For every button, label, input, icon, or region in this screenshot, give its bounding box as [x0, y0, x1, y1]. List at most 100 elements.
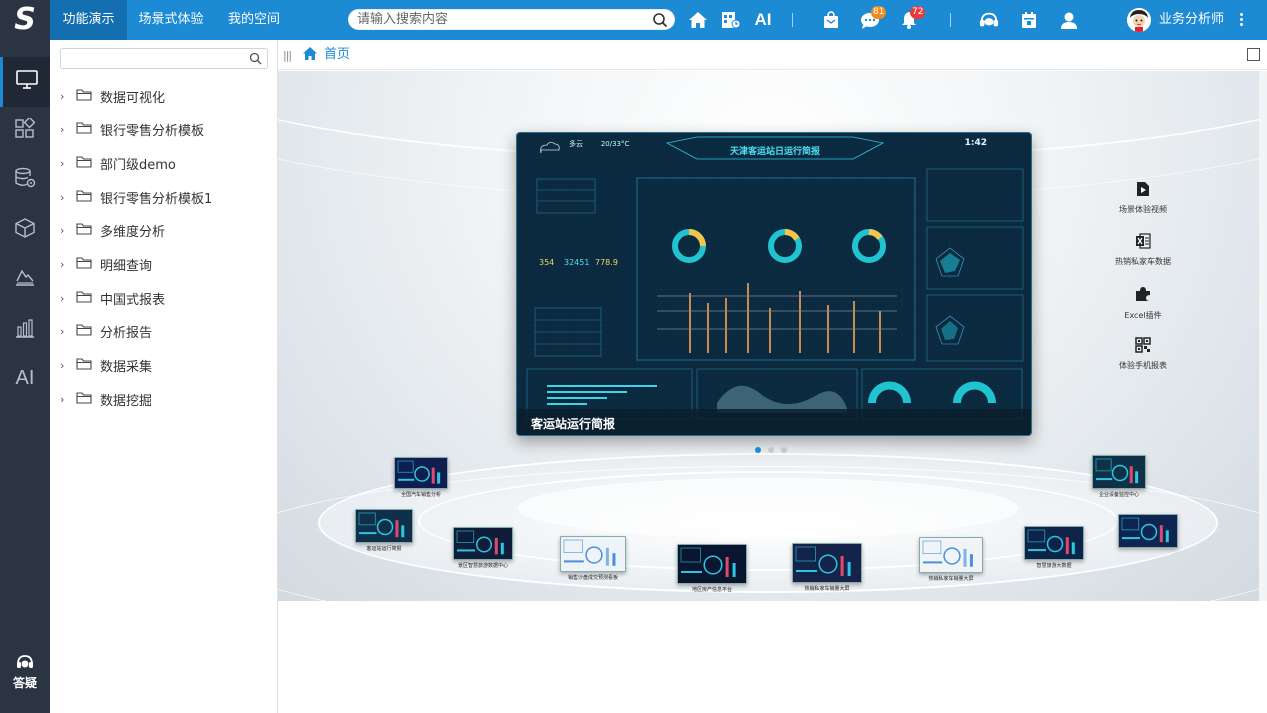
chevron-right-icon[interactable]: ›: [60, 325, 76, 338]
folder-icon: [76, 155, 92, 172]
chat-icon[interactable]: 81: [860, 6, 887, 30]
dashboard-thumbnail[interactable]: [1118, 514, 1178, 550]
quick-link-excel-plugin[interactable]: Excel插件: [1098, 285, 1188, 322]
username-label[interactable]: 业务分析师: [1159, 0, 1224, 40]
quick-link-mobile-report[interactable]: 体验手机报表: [1098, 337, 1188, 372]
dashboard-kpi: 778.9: [595, 258, 618, 267]
folder-icon: [76, 357, 92, 374]
ai-icon[interactable]: AI: [752, 10, 774, 30]
home-icon[interactable]: [302, 46, 318, 65]
chevron-right-icon[interactable]: ›: [60, 224, 76, 237]
folder-icon: [76, 323, 92, 340]
dashboard-thumbnail[interactable]: 热销私家车销量大屏: [919, 537, 983, 582]
breadcrumb: ||| 首页: [278, 40, 1267, 70]
bell-icon[interactable]: 72: [899, 6, 926, 30]
quick-link-label: Excel插件: [1124, 311, 1162, 320]
dashboard-thumbnail[interactable]: 企业设备监控中心: [1092, 455, 1146, 498]
chevron-right-icon[interactable]: ›: [60, 191, 76, 204]
thumbnail-label: 全国汽车销售分析: [400, 492, 441, 498]
tree-item-label: 数据采集: [100, 360, 153, 376]
featured-dashboard-card[interactable]: 天津客运站日运行简报 多云 20/33°C 1:42 354 32451 778…: [516, 132, 1032, 436]
app-logo[interactable]: S: [0, 0, 50, 379]
headset-icon[interactable]: [979, 10, 999, 30]
dashboard-thumbnail[interactable]: 地区房产信息平台: [677, 544, 747, 593]
search-icon[interactable]: [652, 12, 668, 32]
report-grid-icon[interactable]: [721, 10, 741, 30]
chevron-right-icon[interactable]: ›: [60, 123, 76, 136]
global-search-input[interactable]: [357, 10, 647, 29]
help-label: 答疑: [12, 676, 37, 690]
tree-item[interactable]: › 多维度分析: [60, 221, 270, 241]
tree-item-label: 数据可视化: [100, 90, 166, 106]
dashboard-thumbnail[interactable]: 客运站运行简报: [355, 509, 413, 552]
carousel-dots: [755, 442, 794, 457]
dashboard-thumbnail[interactable]: 景区智慧旅游数据中心: [453, 527, 513, 569]
thumbnail-label: 企业设备监控中心: [1098, 492, 1139, 498]
maximize-icon[interactable]: [1247, 48, 1260, 61]
rail-item-cube[interactable]: [0, 205, 50, 255]
thumbnail-label: 地区房产信息平台: [691, 587, 732, 593]
rail-item-dashboard[interactable]: [0, 57, 50, 107]
rail-item-ai[interactable]: AI: [0, 353, 50, 403]
tree-item-label: 数据挖掘: [100, 393, 153, 409]
calendar-icon[interactable]: [1019, 10, 1039, 30]
rail-item-apps[interactable]: [0, 105, 50, 155]
dashboard-weather: 多云 20/33°C: [569, 139, 629, 149]
user-icon[interactable]: [1059, 10, 1079, 30]
tree-search-input[interactable]: [67, 49, 247, 68]
help-headset-icon: [0, 654, 50, 672]
tree-item[interactable]: › 银行零售分析模板1: [60, 187, 270, 207]
thumbnail-label: 智慧旅游大数据: [1036, 563, 1072, 569]
chevron-right-icon[interactable]: ›: [60, 90, 76, 103]
nav-tab-scenario-experience[interactable]: 场景式体验: [131, 0, 211, 40]
dashboard-thumbnail[interactable]: 销售沙盘成交预测看板: [560, 536, 626, 581]
dashboard-thumbnail[interactable]: 智慧旅游大数据: [1024, 526, 1084, 569]
breadcrumb-home-label[interactable]: 首页: [324, 40, 350, 70]
chevron-right-icon[interactable]: ›: [60, 393, 76, 406]
tree-item[interactable]: › 数据采集: [60, 356, 270, 376]
chevron-right-icon[interactable]: ›: [60, 258, 76, 271]
dashboard-thumbnail[interactable]: 热销私家车销量大屏: [792, 543, 862, 592]
nav-tab-my-space[interactable]: 我的空间: [218, 0, 290, 40]
carousel-dot[interactable]: [781, 447, 787, 453]
thumbnail-label: 热销私家车销量大屏: [804, 586, 850, 592]
tree-item-label: 银行零售分析模板: [100, 124, 205, 140]
rail-item-reports[interactable]: [0, 305, 50, 355]
folder-icon: [76, 222, 92, 239]
more-menu-icon[interactable]: [1236, 12, 1246, 28]
rail-item-data-source[interactable]: [0, 155, 50, 205]
home-icon[interactable]: [688, 10, 708, 30]
temperature-text: 20/33°C: [600, 140, 630, 148]
quick-link-label: 热销私家车数据: [1115, 257, 1171, 266]
carousel-dot[interactable]: [768, 447, 774, 453]
puzzle-icon: [1136, 287, 1150, 301]
chevron-right-icon[interactable]: ›: [60, 157, 76, 170]
dashboard-kpi: 354: [539, 258, 555, 267]
stage-scrollbar[interactable]: [1259, 71, 1267, 601]
tree-item[interactable]: › 数据挖掘: [60, 389, 270, 409]
chevron-right-icon[interactable]: ›: [60, 292, 76, 305]
dashboard-thumbnail[interactable]: 全国汽车销售分析: [394, 457, 448, 498]
top-bar: S 功能演示 场景式体验 我的空间 AI 81 72: [0, 0, 1267, 379]
tree-item[interactable]: › 明细查询: [60, 255, 270, 275]
tree-item[interactable]: › 银行零售分析模板: [60, 120, 270, 140]
video-icon: [1137, 182, 1149, 196]
rail-item-layers[interactable]: [0, 255, 50, 305]
quick-link-hot-car-data[interactable]: 热销私家车数据: [1098, 233, 1188, 268]
folder-icon: [76, 121, 92, 138]
search-icon[interactable]: [249, 52, 262, 69]
dashboard-kpi: 32451: [564, 258, 590, 267]
quick-link-scenario-video[interactable]: 场景体验视频: [1098, 181, 1188, 216]
panel-collapse-handle[interactable]: |||: [283, 49, 292, 62]
tree-item[interactable]: › 分析报告: [60, 322, 270, 342]
chevron-right-icon[interactable]: ›: [60, 359, 76, 372]
tree-item[interactable]: › 部门级demo: [60, 153, 270, 173]
mail-bag-icon[interactable]: [821, 10, 841, 30]
avatar[interactable]: [1127, 8, 1151, 32]
carousel-dot[interactable]: [755, 447, 761, 453]
excel-icon: [1136, 233, 1151, 249]
tree-item[interactable]: › 数据可视化: [60, 86, 270, 106]
nav-tab-feature-demo[interactable]: 功能演示: [50, 0, 127, 40]
tree-item[interactable]: › 中国式报表: [60, 288, 270, 308]
help-button[interactable]: 答疑: [0, 654, 50, 691]
